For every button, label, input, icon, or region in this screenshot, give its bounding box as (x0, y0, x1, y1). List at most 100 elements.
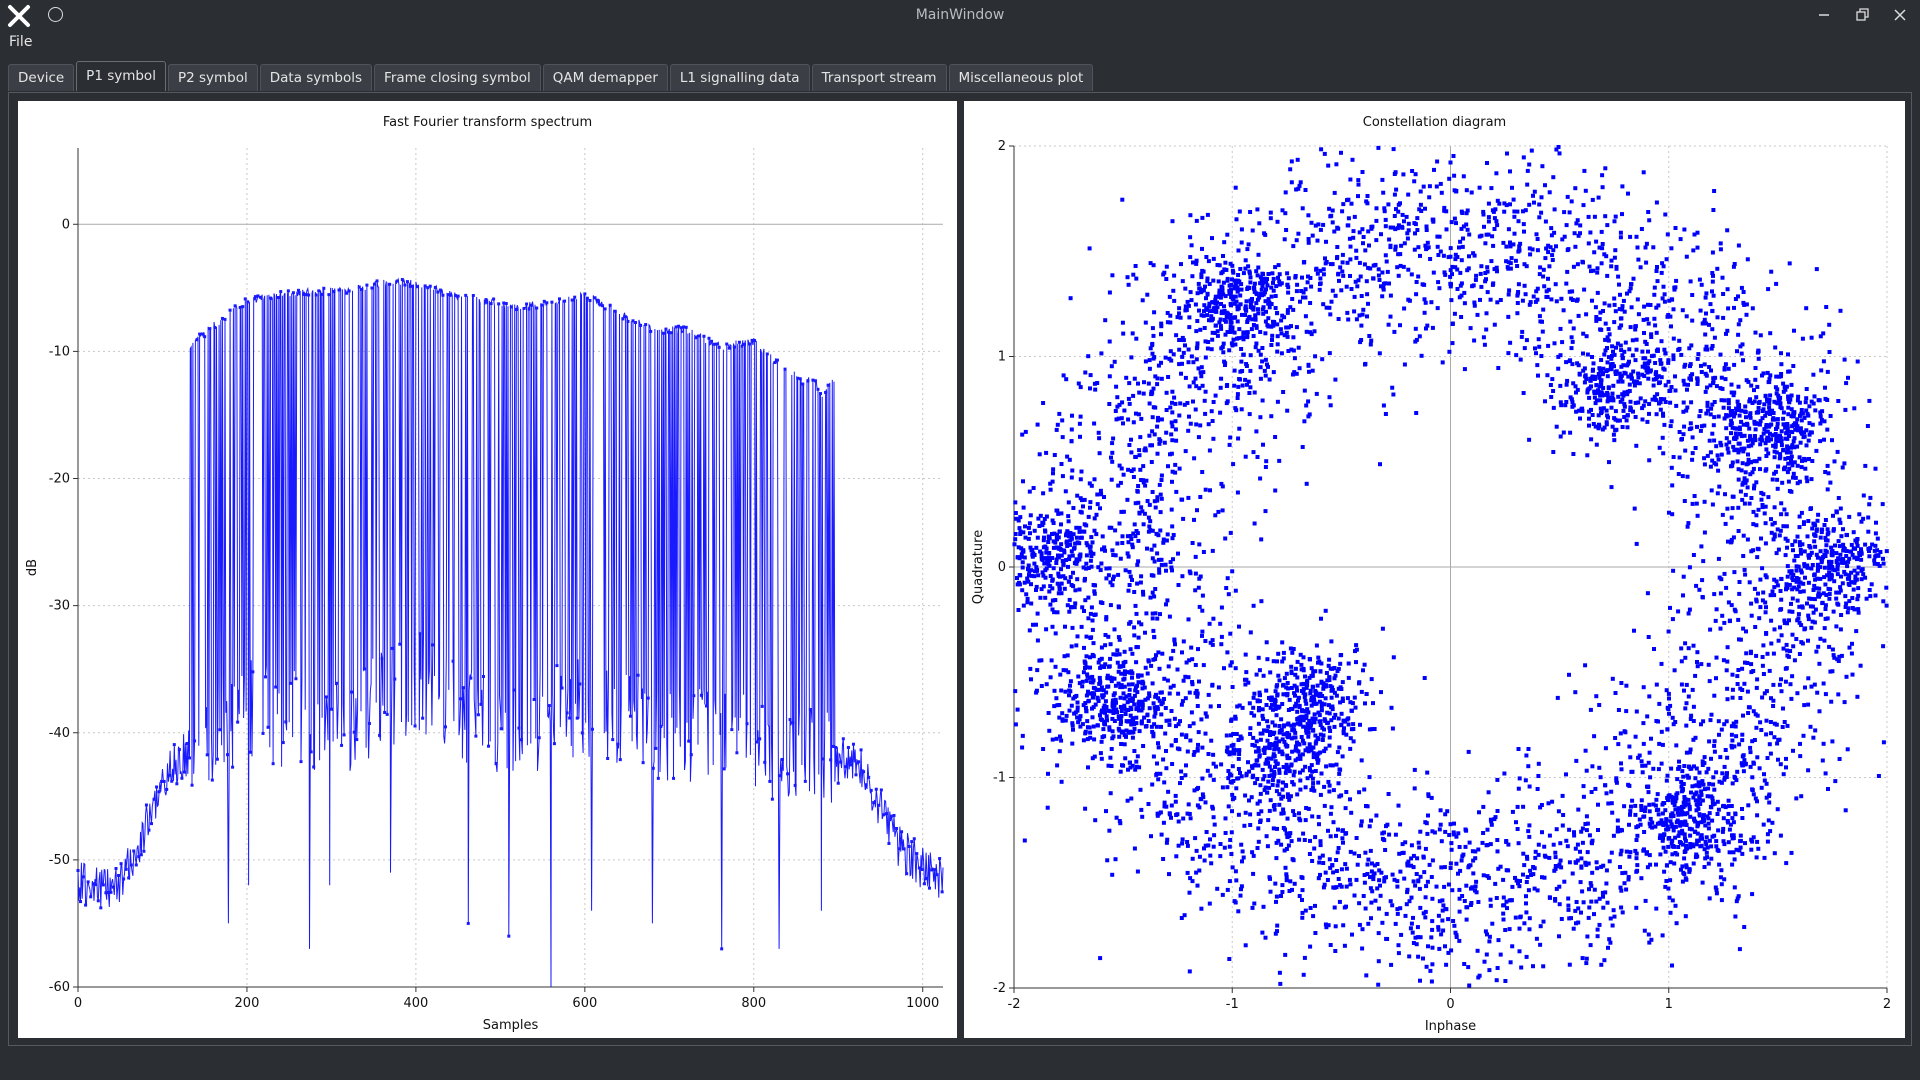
constellation-point (1721, 315, 1726, 320)
constellation-point (1430, 858, 1435, 863)
constellation-point (1088, 655, 1092, 660)
constellation-point (1579, 910, 1583, 915)
constellation-point (1271, 370, 1276, 375)
tab-frame-closing-symbol[interactable]: Frame closing symbol (374, 64, 541, 91)
constellation-point (1101, 727, 1106, 732)
constellation-point (1418, 874, 1423, 879)
constellation-point (1020, 733, 1025, 738)
constellation-point (1677, 338, 1682, 343)
constellation-point (1209, 347, 1214, 352)
tab-device[interactable]: Device (8, 64, 75, 91)
constellation-point (1400, 842, 1405, 847)
constellation-point (1417, 845, 1422, 850)
constellation-point (1236, 436, 1241, 441)
constellation-point (1194, 329, 1199, 334)
minimize-icon[interactable] (1814, 6, 1834, 24)
constellation-point (1765, 839, 1770, 844)
constellation-point (1209, 409, 1214, 414)
constellation-point (1145, 499, 1150, 503)
constellation-point (1356, 194, 1360, 199)
constellation-point (1362, 262, 1367, 267)
fft-point (512, 688, 516, 692)
constellation-point (1128, 647, 1133, 652)
constellation-point (1221, 254, 1225, 258)
constellation-point (1218, 842, 1223, 846)
constellation-point (1679, 682, 1684, 687)
fft-point (707, 336, 711, 340)
constellation-point (1251, 307, 1256, 312)
constellation-point (1286, 843, 1291, 848)
tab-miscellaneous-plot[interactable]: Miscellaneous plot (948, 64, 1094, 91)
constellation-point (1362, 880, 1367, 885)
constellation-point (1418, 829, 1423, 834)
tab-data-symbols[interactable]: Data symbols (259, 64, 373, 91)
fft-point (732, 345, 736, 349)
constellation-point (1159, 324, 1164, 329)
constellation-point (1201, 313, 1206, 318)
tab-l1-signalling-data[interactable]: L1 signalling data (669, 64, 810, 91)
constellation-point (1754, 513, 1759, 518)
constellation-point (1671, 307, 1676, 312)
tab-p2-symbol[interactable]: P2 symbol (167, 64, 258, 91)
tab-qam-demapper[interactable]: QAM demapper (542, 64, 668, 91)
constellation-point (1162, 697, 1166, 701)
constellation-point (1039, 658, 1044, 663)
constellation-point (1189, 298, 1194, 303)
constellation-point (1641, 685, 1646, 690)
constellation-point (1723, 362, 1728, 367)
constellation-point (1263, 509, 1268, 514)
constellation-point (1062, 586, 1067, 591)
constellation-point (1674, 278, 1679, 283)
constellation-point (1567, 210, 1572, 215)
constellation-point (1223, 536, 1228, 541)
fft-point (431, 643, 435, 647)
constellation-point (1305, 280, 1310, 285)
constellation-point (1725, 228, 1730, 233)
constellation-point (1218, 294, 1223, 299)
close-icon[interactable] (1890, 6, 1910, 24)
constellation-point (1201, 550, 1206, 554)
constellation-point (1077, 587, 1082, 592)
constellation-point (1132, 846, 1137, 851)
constellation-point (1797, 455, 1802, 460)
constellation-point (1236, 812, 1241, 817)
fft-point (689, 753, 693, 757)
constellation-point (1310, 368, 1315, 373)
constellation-point (1175, 812, 1180, 817)
tab-p1-symbol[interactable]: P1 symbol (76, 61, 166, 91)
constellation-point (1417, 334, 1422, 339)
constellation-point (1155, 705, 1160, 710)
constellation-point (1393, 244, 1398, 249)
constellation-point (1466, 965, 1471, 970)
constellation-point (1566, 247, 1571, 252)
constellation-point (1502, 201, 1507, 206)
restore-icon[interactable] (1852, 6, 1872, 24)
fft-point (142, 849, 146, 853)
constellation-point (1361, 894, 1366, 898)
constellation-point (1413, 883, 1418, 888)
constellation-point (1843, 808, 1848, 813)
constellation-point (1771, 537, 1776, 542)
constellation-point (1492, 817, 1497, 822)
constellation-point (1739, 285, 1744, 290)
constellation-point (1112, 359, 1117, 364)
constellation-point (1159, 417, 1164, 422)
constellation-point (1381, 403, 1386, 408)
constellation-point (1646, 210, 1651, 214)
fft-point (634, 321, 638, 325)
constellation-point (1783, 679, 1788, 684)
constellation-point (1772, 735, 1777, 740)
constellation-point (1736, 617, 1741, 622)
tab-transport-stream[interactable]: Transport stream (811, 64, 947, 91)
constellation-point (1115, 660, 1120, 665)
constellation-point (1240, 383, 1245, 388)
constellation-point (1162, 440, 1167, 445)
constellation-point (1090, 695, 1095, 700)
constellation-point (1301, 831, 1306, 836)
constellation-point (1762, 855, 1767, 860)
menu-file[interactable]: File (9, 34, 32, 50)
constellation-point (1100, 693, 1105, 698)
constellation-point (1730, 738, 1735, 743)
constellation-point (1194, 848, 1199, 853)
constellation-point (1661, 284, 1666, 289)
